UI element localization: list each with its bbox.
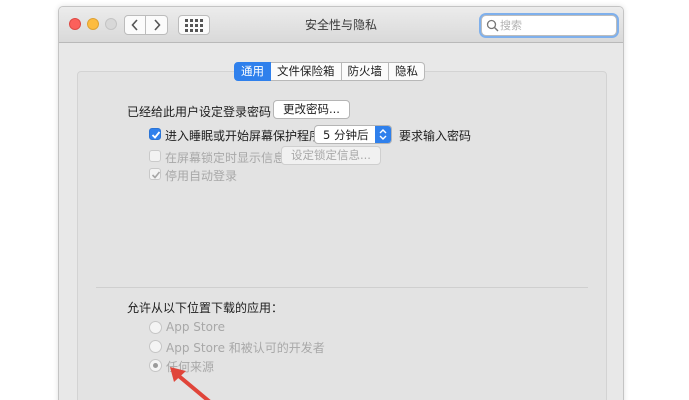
radio-identified-developers-label: App Store 和被认可的开发者 [166, 341, 325, 355]
radio-app-store-label: App Store [166, 320, 225, 334]
search-input[interactable] [500, 17, 610, 34]
tab-firewall[interactable]: 防火墙 [341, 62, 389, 81]
password-delay-popup[interactable]: 5 分钟后 [314, 125, 392, 144]
title-bar: 安全性与隐私 [59, 7, 623, 43]
lock-message-label: 在屏幕锁定时显示信息 [165, 151, 286, 165]
tab-general[interactable]: 通用 [234, 62, 271, 81]
disable-auto-login-label: 停用自动登录 [165, 169, 238, 183]
set-lock-message-button[interactable]: 设定锁定信息... [281, 146, 381, 165]
radio-app-store[interactable] [149, 321, 162, 334]
tab-bar: 通用 文件保险箱 防火墙 隐私 [234, 62, 425, 81]
section-divider [96, 287, 588, 288]
annotation-arrow-icon [170, 367, 211, 400]
tab-filevault[interactable]: 文件保险箱 [271, 62, 342, 81]
search-icon [486, 19, 499, 32]
preferences-window: 安全性与隐私 通用 文件保险箱 防火墙 隐私 已经给此用户设定登录密码 更改密码… [58, 6, 624, 400]
require-password-suffix: 要求输入密码 [399, 129, 472, 143]
password-set-label: 已经给此用户设定登录密码 [127, 105, 272, 119]
lock-message-checkbox[interactable] [149, 150, 161, 162]
require-password-checkbox[interactable] [149, 128, 161, 140]
change-password-button[interactable]: 更改密码... [273, 100, 350, 119]
tab-privacy[interactable]: 隐私 [389, 62, 425, 81]
require-password-label: 进入睡眠或开始屏幕保护程序 [165, 129, 322, 143]
password-delay-value: 5 分钟后 [323, 128, 369, 142]
radio-identified-developers[interactable] [149, 340, 162, 353]
search-field[interactable] [481, 15, 617, 36]
downloads-heading: 允许从以下位置下载的应用： [127, 301, 284, 315]
popup-stepper [375, 126, 391, 143]
checkmark-icon [151, 131, 161, 139]
updown-chevron-icon [379, 129, 387, 140]
disable-auto-login-checkbox[interactable] [149, 168, 161, 180]
checkmark-icon [151, 171, 161, 179]
